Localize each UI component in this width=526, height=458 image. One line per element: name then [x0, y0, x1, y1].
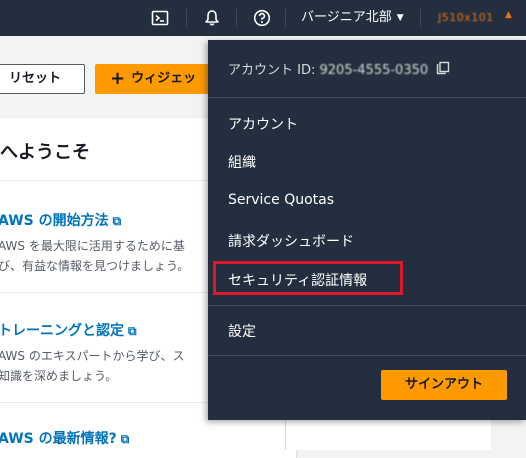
getting-started-link-label: AWS の開始方法: [0, 213, 109, 229]
sign-out-button[interactable]: サインアウト: [381, 370, 507, 400]
notifications-bell-icon[interactable]: [203, 9, 221, 27]
menu-item-account[interactable]: アカウント: [228, 114, 298, 134]
menu-item-service-quotas[interactable]: Service Quotas: [228, 192, 334, 208]
caret-up-icon: ▲: [505, 10, 512, 20]
plus-icon: +: [110, 68, 126, 89]
external-link-icon: ⧉: [120, 432, 130, 446]
region-selector[interactable]: バージニア北部 ▼: [301, 8, 404, 28]
topbar-divider: [420, 9, 421, 27]
external-link-icon: ⧉: [128, 324, 137, 338]
add-widget-label: ウィジェッ: [131, 71, 197, 86]
topbar-divider: [236, 9, 237, 27]
welcome-title: へようこそ: [0, 142, 90, 163]
account-id-value: 9205-4555-0350: [319, 63, 429, 78]
menu-item-billing-dashboard[interactable]: 請求ダッシュボード: [228, 231, 354, 251]
top-navigation-bar: バージニア北部 ▼ J510x101 ▲: [0, 0, 526, 36]
topbar-divider: [186, 9, 187, 27]
topbar-divider: [285, 9, 286, 27]
reset-button-label: リセット: [9, 71, 62, 86]
region-label: バージニア北部: [301, 10, 392, 25]
menu-divider: [208, 355, 526, 356]
training-link-label: トレーニングと認定: [0, 323, 124, 339]
menu-divider: [208, 305, 526, 306]
menu-item-settings[interactable]: 設定: [228, 321, 256, 341]
copy-icon[interactable]: [436, 60, 450, 75]
account-dropdown-menu: アカウント ID: 9205-4555-0350 アカウント 組織 Servic…: [208, 40, 526, 420]
menu-divider: [208, 97, 526, 98]
account-id-label: アカウント ID:: [228, 63, 316, 78]
sign-out-label: サインアウト: [404, 377, 483, 392]
external-link-icon: ⧉: [112, 214, 122, 228]
cloudshell-icon[interactable]: [151, 9, 169, 27]
whats-new-link[interactable]: AWS の最新情報? ⧉: [0, 428, 129, 448]
account-menu-trigger[interactable]: J510x101: [438, 8, 494, 28]
reset-button[interactable]: リセット: [0, 64, 85, 94]
getting-started-link[interactable]: AWS の開始方法 ⧉: [0, 210, 121, 230]
account-id-row: アカウント ID: 9205-4555-0350: [228, 59, 428, 78]
add-widget-button[interactable]: + ウィジェッ: [95, 64, 220, 94]
account-label: J510x101: [438, 11, 494, 24]
menu-item-organizations[interactable]: 組織: [228, 152, 256, 172]
training-link[interactable]: トレーニングと認定 ⧉: [0, 320, 137, 340]
caret-down-icon: ▼: [396, 13, 404, 23]
menu-item-security-credentials[interactable]: セキュリティ認証情報: [228, 270, 367, 290]
help-icon[interactable]: [253, 9, 271, 27]
